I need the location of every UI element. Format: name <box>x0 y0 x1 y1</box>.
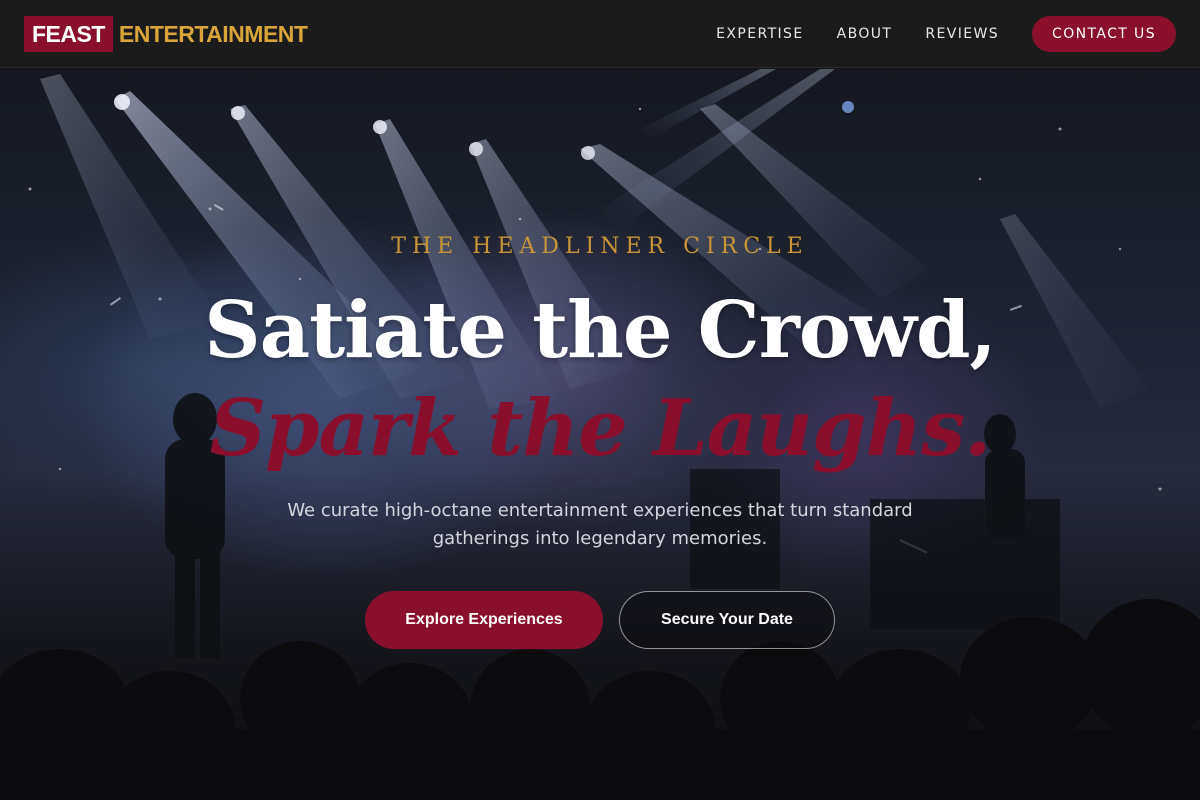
landing-page: FEAST ENTERTAINMENT EXPERTISE ABOUT REVI… <box>0 0 1200 800</box>
hero-section: THE HEADLINER CIRCLE Satiate the Crowd, … <box>0 69 1200 800</box>
hero-headline-line2: Spark the Laughs. <box>209 383 992 474</box>
hero-headline-line1: Satiate the Crowd, <box>204 285 996 376</box>
secure-your-date-button[interactable]: Secure Your Date <box>619 591 835 649</box>
nav-link-expertise[interactable]: EXPERTISE <box>716 26 803 42</box>
top-navbar: FEAST ENTERTAINMENT EXPERTISE ABOUT REVI… <box>0 0 1200 68</box>
hero-subtitle: We curate high-octane entertainment expe… <box>287 500 913 549</box>
logo-feast-box: FEAST <box>24 15 113 52</box>
contact-us-button[interactable]: CONTACT US <box>1032 15 1176 52</box>
brand-logo[interactable]: FEAST ENTERTAINMENT <box>24 15 308 52</box>
nav-link-reviews[interactable]: REVIEWS <box>925 26 999 42</box>
nav-link-about[interactable]: ABOUT <box>837 26 893 42</box>
hero-eyebrow: THE HEADLINER CIRCLE <box>391 234 809 259</box>
hero-cta-group: Explore Experiences Secure Your Date <box>0 591 1200 649</box>
logo-entertainment-text: ENTERTAINMENT <box>118 20 308 47</box>
main-nav: EXPERTISE ABOUT REVIEWS CONTACT US <box>683 15 1176 52</box>
explore-experiences-button[interactable]: Explore Experiences <box>365 591 603 649</box>
